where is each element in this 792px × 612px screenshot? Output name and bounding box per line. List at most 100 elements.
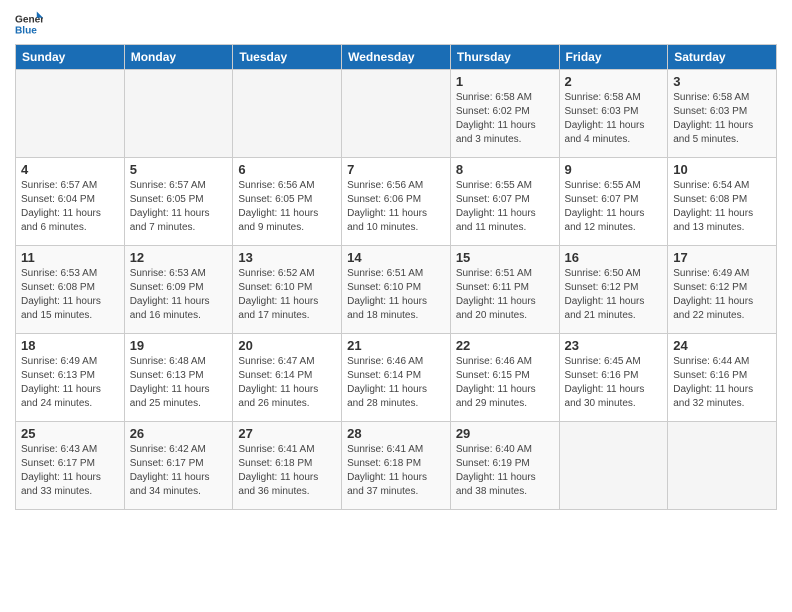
day-number: 18	[21, 338, 119, 353]
day-info: Sunrise: 6:46 AM Sunset: 6:15 PM Dayligh…	[456, 355, 554, 411]
week-row-5: 25Sunrise: 6:43 AM Sunset: 6:17 PM Dayli…	[16, 422, 777, 510]
calendar-cell: 26 Sunrise: 6:42 AM Sunset: 6:17 PM Dayli…	[124, 422, 233, 510]
calendar-cell: 10 Sunrise: 6:54 AM Sunset: 6:08 PM Dayli…	[668, 158, 777, 246]
day-info: Sunrise: 6:57 AM Sunset: 6:04 PM Dayligh…	[21, 179, 119, 235]
svg-text:Blue: Blue	[15, 25, 37, 36]
day-number: 6	[238, 162, 336, 177]
day-info: Sunrise: 6:52 AM Sunset: 6:10 PM Dayligh…	[238, 267, 336, 323]
day-number: 9	[565, 162, 663, 177]
calendar-cell: 22 Sunrise: 6:46 AM Sunset: 6:15 PM Dayli…	[450, 334, 559, 422]
calendar-cell: 8 Sunrise: 6:55 AM Sunset: 6:07 PM Daylig…	[450, 158, 559, 246]
day-number: 26	[130, 426, 228, 441]
day-info: Sunrise: 6:53 AM Sunset: 6:09 PM Dayligh…	[130, 267, 228, 323]
logo-icon: General Blue	[15, 10, 43, 38]
calendar-cell: 3 Sunrise: 6:58 AM Sunset: 6:03 PM Daylig…	[668, 70, 777, 158]
weekday-header-tuesday: Tuesday	[233, 45, 342, 70]
calendar-cell: 14 Sunrise: 6:51 AM Sunset: 6:10 PM Dayli…	[342, 246, 451, 334]
day-number: 29	[456, 426, 554, 441]
day-info: Sunrise: 6:40 AM Sunset: 6:19 PM Dayligh…	[456, 443, 554, 499]
day-info: Sunrise: 6:54 AM Sunset: 6:08 PM Dayligh…	[673, 179, 771, 235]
day-info: Sunrise: 6:41 AM Sunset: 6:18 PM Dayligh…	[238, 443, 336, 499]
weekday-header-wednesday: Wednesday	[342, 45, 451, 70]
day-number: 22	[456, 338, 554, 353]
calendar-cell: 23 Sunrise: 6:45 AM Sunset: 6:16 PM Dayli…	[559, 334, 668, 422]
calendar-cell: 19Sunrise: 6:48 AM Sunset: 6:13 PM Dayli…	[124, 334, 233, 422]
calendar-cell: 25Sunrise: 6:43 AM Sunset: 6:17 PM Dayli…	[16, 422, 125, 510]
page: General Blue SundayMondayTuesdayWednesda…	[0, 0, 792, 612]
day-info: Sunrise: 6:45 AM Sunset: 6:16 PM Dayligh…	[565, 355, 663, 411]
day-number: 28	[347, 426, 445, 441]
calendar-cell	[124, 70, 233, 158]
weekday-header-friday: Friday	[559, 45, 668, 70]
calendar-cell: 15 Sunrise: 6:51 AM Sunset: 6:11 PM Dayli…	[450, 246, 559, 334]
calendar-cell: 29 Sunrise: 6:40 AM Sunset: 6:19 PM Dayli…	[450, 422, 559, 510]
day-info: Sunrise: 6:56 AM Sunset: 6:06 PM Dayligh…	[347, 179, 445, 235]
day-info: Sunrise: 6:56 AM Sunset: 6:05 PM Dayligh…	[238, 179, 336, 235]
day-info: Sunrise: 6:47 AM Sunset: 6:14 PM Dayligh…	[238, 355, 336, 411]
day-number: 21	[347, 338, 445, 353]
day-info: Sunrise: 6:50 AM Sunset: 6:12 PM Dayligh…	[565, 267, 663, 323]
day-number: 1	[456, 74, 554, 89]
calendar-cell	[342, 70, 451, 158]
day-number: 8	[456, 162, 554, 177]
day-info: Sunrise: 6:53 AM Sunset: 6:08 PM Dayligh…	[21, 267, 119, 323]
day-number: 14	[347, 250, 445, 265]
calendar-cell	[16, 70, 125, 158]
day-info: Sunrise: 6:51 AM Sunset: 6:10 PM Dayligh…	[347, 267, 445, 323]
calendar-cell	[233, 70, 342, 158]
day-number: 11	[21, 250, 119, 265]
calendar-cell: 27 Sunrise: 6:41 AM Sunset: 6:18 PM Dayli…	[233, 422, 342, 510]
calendar-table: SundayMondayTuesdayWednesdayThursdayFrid…	[15, 44, 777, 510]
day-number: 27	[238, 426, 336, 441]
day-info: Sunrise: 6:41 AM Sunset: 6:18 PM Dayligh…	[347, 443, 445, 499]
calendar-cell: 18 Sunrise: 6:49 AM Sunset: 6:13 PM Dayli…	[16, 334, 125, 422]
calendar-cell: 1 Sunrise: 6:58 AM Sunset: 6:02 PM Daylig…	[450, 70, 559, 158]
day-info: Sunrise: 6:49 AM Sunset: 6:12 PM Dayligh…	[673, 267, 771, 323]
calendar-cell: 17 Sunrise: 6:49 AM Sunset: 6:12 PM Dayli…	[668, 246, 777, 334]
day-number: 23	[565, 338, 663, 353]
week-row-2: 4 Sunrise: 6:57 AM Sunset: 6:04 PM Daylig…	[16, 158, 777, 246]
calendar-cell: 20 Sunrise: 6:47 AM Sunset: 6:14 PM Dayli…	[233, 334, 342, 422]
week-row-3: 11 Sunrise: 6:53 AM Sunset: 6:08 PM Dayli…	[16, 246, 777, 334]
day-number: 4	[21, 162, 119, 177]
calendar-cell	[668, 422, 777, 510]
logo: General Blue	[15, 10, 43, 38]
calendar-cell: 16Sunrise: 6:50 AM Sunset: 6:12 PM Dayli…	[559, 246, 668, 334]
day-info: Sunrise: 6:55 AM Sunset: 6:07 PM Dayligh…	[565, 179, 663, 235]
calendar-cell: 9 Sunrise: 6:55 AM Sunset: 6:07 PM Daylig…	[559, 158, 668, 246]
calendar-cell: 24Sunrise: 6:44 AM Sunset: 6:16 PM Dayli…	[668, 334, 777, 422]
calendar-cell: 4 Sunrise: 6:57 AM Sunset: 6:04 PM Daylig…	[16, 158, 125, 246]
day-number: 15	[456, 250, 554, 265]
day-info: Sunrise: 6:46 AM Sunset: 6:14 PM Dayligh…	[347, 355, 445, 411]
calendar-cell: 12Sunrise: 6:53 AM Sunset: 6:09 PM Dayli…	[124, 246, 233, 334]
day-info: Sunrise: 6:43 AM Sunset: 6:17 PM Dayligh…	[21, 443, 119, 499]
calendar-cell: 28 Sunrise: 6:41 AM Sunset: 6:18 PM Dayli…	[342, 422, 451, 510]
weekday-header-thursday: Thursday	[450, 45, 559, 70]
day-number: 17	[673, 250, 771, 265]
weekday-header-saturday: Saturday	[668, 45, 777, 70]
calendar-cell: 13 Sunrise: 6:52 AM Sunset: 6:10 PM Dayli…	[233, 246, 342, 334]
day-number: 20	[238, 338, 336, 353]
week-row-1: 1 Sunrise: 6:58 AM Sunset: 6:02 PM Daylig…	[16, 70, 777, 158]
calendar-cell: 21 Sunrise: 6:46 AM Sunset: 6:14 PM Dayli…	[342, 334, 451, 422]
calendar-cell: 11 Sunrise: 6:53 AM Sunset: 6:08 PM Dayli…	[16, 246, 125, 334]
calendar-cell	[559, 422, 668, 510]
calendar-cell: 6 Sunrise: 6:56 AM Sunset: 6:05 PM Daylig…	[233, 158, 342, 246]
weekday-header-sunday: Sunday	[16, 45, 125, 70]
day-number: 3	[673, 74, 771, 89]
day-info: Sunrise: 6:58 AM Sunset: 6:03 PM Dayligh…	[565, 91, 663, 147]
day-info: Sunrise: 6:48 AM Sunset: 6:13 PM Dayligh…	[130, 355, 228, 411]
day-number: 10	[673, 162, 771, 177]
day-info: Sunrise: 6:58 AM Sunset: 6:03 PM Dayligh…	[673, 91, 771, 147]
day-info: Sunrise: 6:55 AM Sunset: 6:07 PM Dayligh…	[456, 179, 554, 235]
day-number: 7	[347, 162, 445, 177]
day-info: Sunrise: 6:58 AM Sunset: 6:02 PM Dayligh…	[456, 91, 554, 147]
day-info: Sunrise: 6:42 AM Sunset: 6:17 PM Dayligh…	[130, 443, 228, 499]
day-number: 5	[130, 162, 228, 177]
day-number: 13	[238, 250, 336, 265]
week-row-4: 18 Sunrise: 6:49 AM Sunset: 6:13 PM Dayli…	[16, 334, 777, 422]
day-number: 2	[565, 74, 663, 89]
day-info: Sunrise: 6:44 AM Sunset: 6:16 PM Dayligh…	[673, 355, 771, 411]
day-info: Sunrise: 6:49 AM Sunset: 6:13 PM Dayligh…	[21, 355, 119, 411]
day-info: Sunrise: 6:51 AM Sunset: 6:11 PM Dayligh…	[456, 267, 554, 323]
